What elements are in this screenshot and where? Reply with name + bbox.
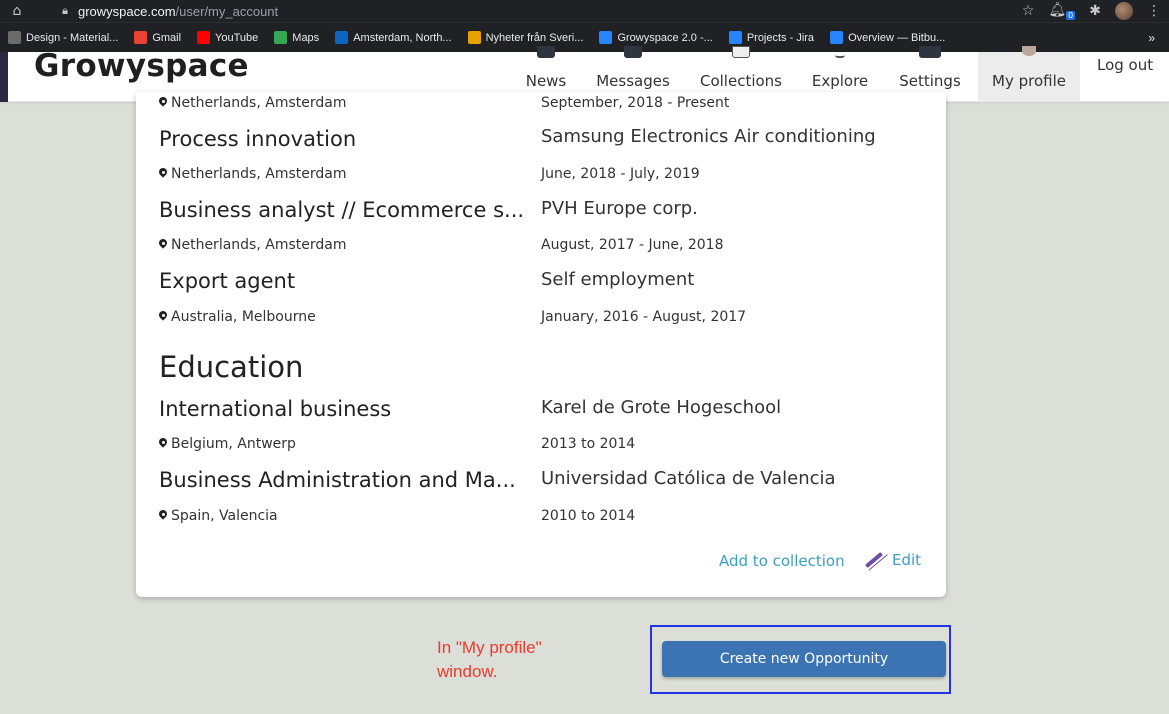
bookmark-label: YouTube	[215, 31, 259, 44]
location-pin-icon	[159, 239, 167, 250]
experience-org: Self employment	[541, 269, 695, 290]
logout-link[interactable]: Log out	[1097, 56, 1153, 74]
bookmark-item[interactable]: Gmail	[126, 31, 189, 44]
bookmark-label: Gmail	[152, 31, 182, 44]
edit-label: Edit	[892, 551, 922, 569]
location-pin-icon	[159, 510, 167, 521]
nav-label: Explore	[811, 72, 869, 90]
browser-toolbar: ⌂ 🔒︎ growyspace.com/user/my_account ☆ 🔔︎…	[0, 0, 1169, 22]
nav-label: My profile	[992, 72, 1066, 90]
bookmark-item[interactable]: Growyspace 2.0 -...	[591, 31, 720, 44]
gmail-icon	[134, 31, 148, 44]
location-pin-icon	[159, 438, 167, 449]
experience-dates: September, 2018 - Present	[541, 95, 730, 111]
nav-label: Messages	[596, 72, 670, 90]
add-to-collection-link[interactable]: Add to collection	[719, 552, 845, 570]
experience-org: PVH Europe corp.	[541, 198, 698, 219]
experience-location: Australia, Melbourne	[159, 309, 316, 325]
experience-org: Samsung Electronics Air conditioning	[541, 126, 876, 147]
profile-avatar	[1022, 46, 1036, 56]
location-pin-icon	[159, 168, 167, 179]
education-dates: 2010 to 2014	[541, 508, 636, 524]
education-location: Spain, Valencia	[159, 508, 278, 524]
experience-dates: January, 2016 - August, 2017	[541, 309, 747, 325]
bookmark-label: Nyheter från Sveri...	[485, 31, 584, 44]
bookmark-item[interactable]: Design - Material...	[0, 31, 126, 44]
lock-icon[interactable]: 🔒︎	[56, 4, 74, 18]
url-path: /user/my_account	[175, 3, 279, 19]
education-dates: 2013 to 2014	[541, 436, 636, 452]
extensions-icon[interactable]: ✱	[1089, 3, 1101, 19]
linkedin-icon	[335, 31, 349, 44]
education-school: Universidad Católica de Valencia	[541, 468, 836, 489]
experience-location: Netherlands, Amsterdam	[159, 95, 346, 111]
news-icon	[537, 46, 555, 58]
education-school: Karel de Grote Hogeschool	[541, 397, 782, 418]
create-opportunity-button[interactable]: Create new Opportunity	[662, 641, 946, 677]
bookmark-label: Maps	[292, 31, 320, 44]
education-heading: Education	[159, 350, 304, 384]
bitbucket-icon	[830, 31, 844, 44]
experience-title: Process innovation	[159, 127, 357, 151]
education-title: Business Administration and Ma...	[159, 468, 516, 492]
bookmark-label: Design - Material...	[26, 31, 119, 44]
bookmark-label: Overview — Bitbu...	[848, 31, 946, 44]
bookmarks-overflow-icon[interactable]: »	[1148, 31, 1155, 45]
nav-label: Collections	[699, 72, 782, 90]
experience-location: Netherlands, Amsterdam	[159, 166, 346, 182]
messages-icon	[624, 46, 642, 58]
bookmark-label: Amsterdam, North...	[353, 31, 452, 44]
jira-icon	[599, 31, 613, 44]
nav-label: Settings	[899, 72, 961, 90]
material-design-icon	[8, 31, 21, 44]
url-host: growyspace.com	[78, 3, 176, 19]
education-location: Belgium, Antwerp	[159, 436, 296, 452]
experience-location: Netherlands, Amsterdam	[159, 237, 346, 253]
nav-label: News	[525, 72, 567, 90]
pencil-icon	[862, 550, 884, 570]
nav-my-profile[interactable]: My profile	[978, 46, 1080, 102]
bookmark-item[interactable]: Maps	[266, 31, 327, 44]
location-pin-icon	[159, 311, 167, 322]
kebab-menu-icon[interactable]: ⋮	[1147, 3, 1161, 19]
bookmark-item[interactable]: Projects - Jira	[721, 31, 822, 44]
bookmark-item[interactable]: Overview — Bitbu...	[822, 31, 953, 44]
experience-dates: June, 2018 - July, 2019	[541, 166, 700, 182]
bookmark-item[interactable]: Nyheter från Sveri...	[460, 31, 592, 44]
sidebar-edge	[0, 52, 8, 102]
edit-button[interactable]: Edit	[862, 550, 921, 570]
jira-diamond-icon	[728, 31, 742, 44]
bookmark-item[interactable]: YouTube	[189, 31, 266, 44]
experience-dates: August, 2017 - June, 2018	[541, 237, 724, 253]
home-icon[interactable]: ⌂	[4, 3, 30, 19]
address-bar[interactable]: growyspace.com/user/my_account	[78, 4, 278, 19]
star-icon[interactable]: ☆	[1022, 3, 1035, 19]
bookmark-label: Projects - Jira	[746, 31, 815, 44]
site-logo[interactable]: Growyspace	[34, 48, 249, 84]
settings-icon	[919, 46, 941, 58]
bookmark-label: Growyspace 2.0 -...	[617, 31, 713, 44]
annotation-note: In "My profile" window.	[437, 638, 542, 681]
browser-actions: ☆ 🔔︎ 0 ✱ ⋮	[1022, 0, 1161, 22]
experience-title: Export agent	[159, 269, 296, 293]
education-title: International business	[159, 397, 392, 421]
location-pin-icon	[159, 97, 167, 108]
youtube-icon	[197, 31, 211, 44]
news-icon	[467, 31, 481, 44]
experience-title: Business analyst // Ecommerce s...	[159, 198, 525, 222]
notification-count: 0	[1066, 10, 1076, 20]
notification-icon[interactable]: 🔔︎ 0	[1048, 2, 1076, 20]
maps-icon	[274, 31, 288, 44]
explore-icon	[835, 46, 845, 58]
collections-icon	[732, 46, 750, 58]
profile-avatar-icon[interactable]	[1115, 2, 1133, 20]
bookmark-item[interactable]: Amsterdam, North...	[327, 31, 459, 44]
profile-card: Netherlands, Amsterdam September, 2018 -…	[136, 92, 946, 597]
